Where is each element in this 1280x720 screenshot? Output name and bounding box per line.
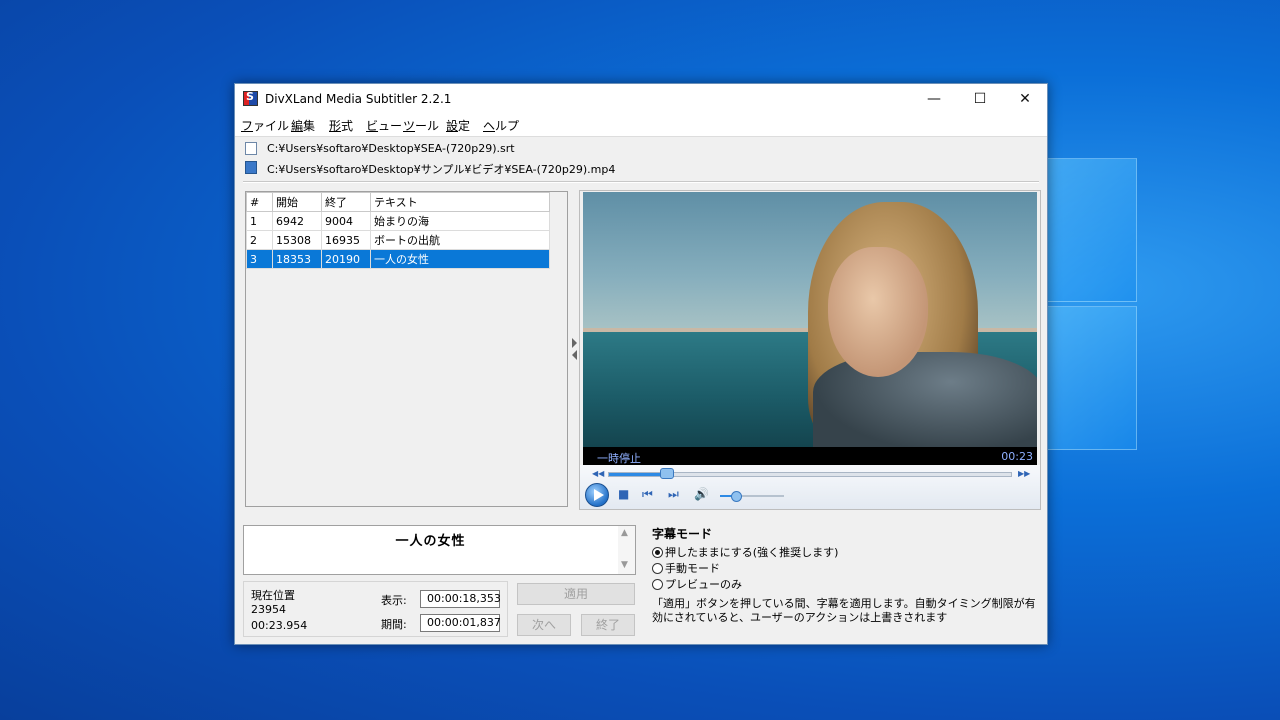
play-button[interactable] [585, 483, 609, 507]
subtitle-text-editor[interactable]: 一人の女性 ▲ ▼ [243, 525, 636, 575]
video-panel: 一時停止 00:23 ◀◀ ▶▶ ■ ⏮ ⏭ 🔊 [579, 190, 1041, 510]
mode-option-label: 押したままにする(強く推奨します) [665, 546, 839, 559]
mode-option-label: 手動モード [665, 562, 720, 575]
menu-format-label: 形式 [329, 119, 354, 133]
video-person-face [828, 247, 928, 377]
stop-icon[interactable]: ■ [618, 487, 629, 501]
display-label: 表示: [381, 594, 407, 607]
cell-number: 2 [246, 230, 273, 250]
radio-icon[interactable] [652, 563, 663, 574]
video-person-body [813, 352, 1037, 452]
mode-option-label: プレビューのみ [665, 578, 742, 591]
minimize-button[interactable]: — [911, 84, 957, 114]
desktop-windows-logo [1045, 158, 1137, 450]
radio-selected-icon[interactable] [652, 547, 663, 558]
menu-tools-label: ツール [403, 119, 440, 133]
editor-scrollbar[interactable]: ▲ ▼ [618, 526, 635, 574]
video-status-bar [583, 447, 1037, 465]
video-frame[interactable]: 一時停止 00:23 [583, 192, 1037, 465]
volume-slider[interactable] [720, 495, 784, 497]
menu-settings[interactable]: 設定 [446, 117, 470, 134]
mode-option-preview[interactable]: プレビューのみ [652, 576, 742, 592]
seek-forward-icon[interactable]: ▶▶ [1018, 469, 1030, 478]
menu-file[interactable]: ファイル [241, 117, 289, 134]
radio-icon[interactable] [652, 579, 663, 590]
cell-start: 6942 [272, 211, 322, 231]
subtitle-file-path: C:¥Users¥softaro¥Desktop¥SEA-(720p29).sr… [267, 142, 515, 155]
menu-settings-label: 設定 [446, 119, 471, 133]
cell-end: 9004 [321, 211, 371, 231]
position-ms: 23954 [251, 603, 286, 616]
video-file-icon [245, 161, 257, 174]
table-row[interactable]: 1 6942 9004 始まりの海 [246, 211, 550, 231]
cell-start: 15308 [272, 230, 322, 250]
player-controls: ◀◀ ▶▶ ■ ⏮ ⏭ 🔊 [580, 465, 1040, 509]
subtitle-mode-title: 字幕モード [652, 527, 713, 541]
cell-text: 始まりの海 [370, 211, 550, 231]
cell-number: 1 [246, 211, 273, 231]
duration-time-field[interactable]: 00:00:01,837 [420, 614, 501, 632]
video-file-path: C:¥Users¥softaro¥Desktop¥サンプル¥ビデオ¥SEA-(7… [267, 163, 616, 176]
subtitle-list-panel[interactable]: # 開始 終了 テキスト 1 6942 9004 始まりの海 2 15308 1… [245, 191, 568, 507]
panel-splitter[interactable] [571, 334, 579, 364]
column-header-number[interactable]: # [246, 192, 273, 212]
splitter-arrows-icon [572, 338, 577, 360]
volume-handle[interactable] [731, 491, 742, 502]
position-group: 現在位置 23954 00:23.954 表示: 00:00:18,353 期間… [243, 581, 508, 637]
scroll-down-icon[interactable]: ▼ [621, 560, 628, 570]
seek-back-icon[interactable]: ◀◀ [592, 469, 604, 478]
menu-help-label: ヘルプ [483, 119, 520, 133]
column-header-text[interactable]: テキスト [370, 192, 550, 212]
mode-option-hold[interactable]: 押したままにする(強く推奨します) [652, 544, 838, 560]
scroll-up-icon[interactable]: ▲ [621, 528, 628, 538]
table-row-selected[interactable]: 3 18353 20190 一人の女性 [246, 249, 550, 269]
position-title: 現在位置 [251, 589, 295, 602]
subtitle-text[interactable]: 一人の女性 [244, 530, 617, 549]
column-header-start[interactable]: 開始 [272, 192, 322, 212]
app-icon [243, 90, 258, 106]
mode-option-manual[interactable]: 手動モード [652, 560, 720, 576]
mode-description: 「適用」ボタンを押している間、字幕を適用します。自動タイミング制限が有効にされて… [652, 597, 1036, 624]
display-time-field[interactable]: 00:00:18,353 [420, 590, 501, 608]
menu-view-label: ビュー [366, 119, 403, 133]
menu-edit-label: 編集 [291, 119, 316, 133]
duration-label: 期間: [381, 618, 407, 631]
cell-text: 一人の女性 [370, 249, 550, 269]
playback-time: 00:23 [1001, 450, 1033, 463]
close-button[interactable]: ✕ [1002, 84, 1048, 114]
seek-handle[interactable] [660, 468, 675, 479]
end-button[interactable]: 終了 [581, 614, 635, 636]
divider [243, 181, 1039, 183]
menu-bar: ファイル 編集 形式 ビュー ツール 設定 ヘルプ [235, 114, 1047, 137]
maximize-button[interactable]: ☐ [957, 84, 1003, 114]
volume-icon[interactable]: 🔊 [694, 487, 709, 501]
next-button[interactable]: 次へ [517, 614, 571, 636]
previous-icon[interactable]: ⏮ [642, 487, 653, 501]
title-bar[interactable]: DivXLand Media Subtitler 2.2.1 — ☐ ✕ [235, 84, 1047, 114]
cell-end: 20190 [321, 249, 371, 269]
apply-button[interactable]: 適用 [517, 583, 635, 605]
position-time: 00:23.954 [251, 619, 308, 632]
cell-start: 18353 [272, 249, 322, 269]
menu-help[interactable]: ヘルプ [483, 117, 519, 134]
subtitle-table[interactable]: # 開始 終了 テキスト 1 6942 9004 始まりの海 2 15308 1… [246, 192, 550, 269]
menu-format[interactable]: 形式 [329, 117, 353, 134]
menu-view[interactable]: ビュー [366, 117, 402, 134]
cell-number: 3 [246, 249, 273, 269]
cell-text: ボートの出航 [370, 230, 550, 250]
window-title: DivXLand Media Subtitler 2.2.1 [265, 92, 452, 106]
table-row[interactable]: 2 15308 16935 ボートの出航 [246, 230, 550, 250]
seek-progress [609, 473, 668, 476]
table-header-row: # 開始 終了 テキスト [246, 192, 550, 212]
next-icon[interactable]: ⏭ [668, 487, 679, 501]
column-header-end[interactable]: 終了 [321, 192, 371, 212]
cell-end: 16935 [321, 230, 371, 250]
playback-status: 一時停止 [597, 452, 641, 465]
menu-tools[interactable]: ツール [403, 117, 439, 134]
menu-file-label: ファイル [241, 119, 290, 133]
subtitle-file-icon [245, 142, 257, 155]
app-window: DivXLand Media Subtitler 2.2.1 — ☐ ✕ ファイ… [234, 83, 1048, 645]
menu-edit[interactable]: 編集 [291, 117, 315, 134]
